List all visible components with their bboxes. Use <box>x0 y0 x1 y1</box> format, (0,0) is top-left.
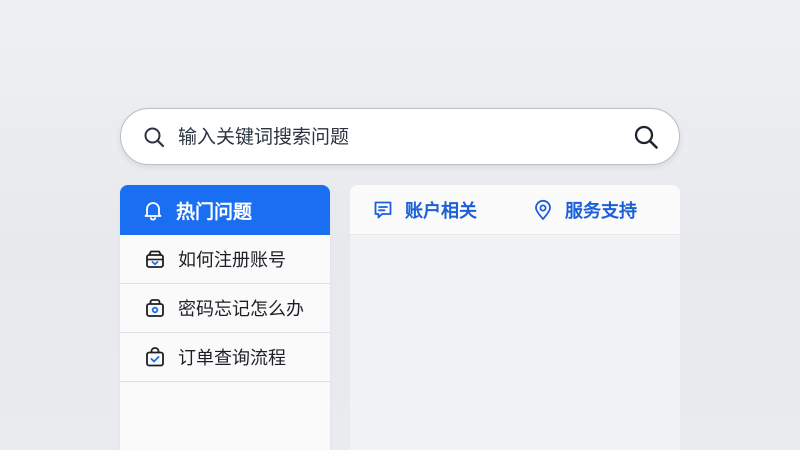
question-label: 订单查询流程 <box>178 348 286 369</box>
category-tabs: 账户相关 服务支持 <box>350 185 680 235</box>
search-button[interactable] <box>633 124 659 150</box>
tab-account[interactable]: 账户相关 <box>372 197 477 223</box>
category-panel: 账户相关 服务支持 <box>350 185 680 450</box>
bag-check-icon <box>144 346 166 368</box>
inbox-icon <box>144 248 166 270</box>
question-label: 密码忘记怎么办 <box>178 299 304 320</box>
tab-service[interactable]: 服务支持 <box>532 197 637 223</box>
category-content <box>350 235 680 450</box>
lock-box-icon <box>144 297 166 319</box>
location-pin-icon <box>532 199 554 221</box>
question-item-password[interactable]: 密码忘记怎么办 <box>120 284 330 333</box>
question-label: 如何注册账号 <box>178 250 286 271</box>
search-input[interactable] <box>178 125 633 148</box>
tab-service-label: 服务支持 <box>565 200 637 222</box>
hot-questions-title: 热门问题 <box>176 200 253 223</box>
hot-questions-header[interactable]: 热门问题 <box>120 185 330 235</box>
search-bar[interactable] <box>120 108 680 165</box>
question-item-order[interactable]: 订单查询流程 <box>120 333 330 382</box>
search-icon <box>634 125 658 149</box>
hot-questions-panel: 热门问题 如何注册账号 密码忘记怎么办 订单查询流程 <box>120 185 330 450</box>
bell-icon <box>142 199 164 221</box>
search-icon <box>143 126 165 148</box>
question-item-register[interactable]: 如何注册账号 <box>120 235 330 284</box>
message-icon <box>372 199 394 221</box>
tab-account-label: 账户相关 <box>405 200 477 222</box>
